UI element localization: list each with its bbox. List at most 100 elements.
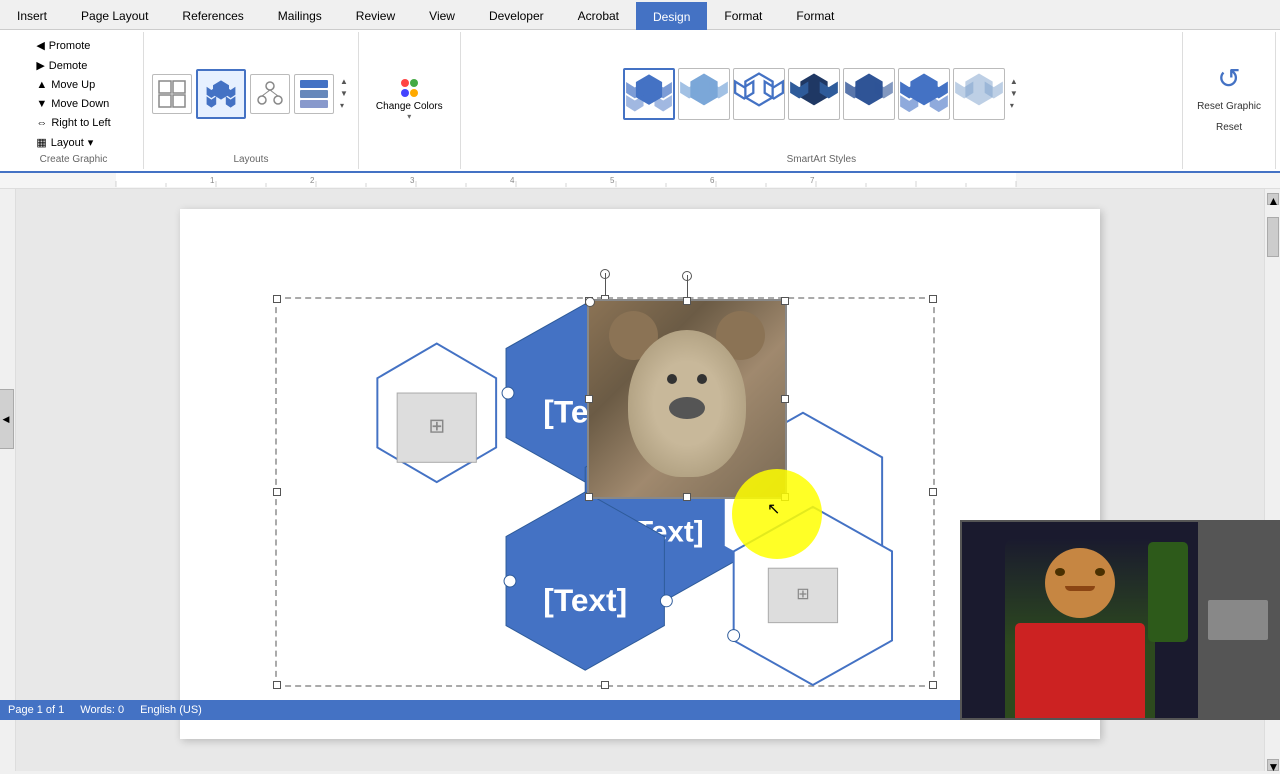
tab-format-2[interactable]: Format <box>779 1 851 29</box>
svg-text:1: 1 <box>210 176 215 185</box>
ruler: 1 2 3 4 5 6 7 <box>0 173 1280 189</box>
ribbon-group-smartart-styles: ▲ ▼ ▾ SmartArt Styles <box>461 32 1183 169</box>
rotate-line <box>605 273 606 295</box>
tab-design[interactable]: Design <box>636 2 707 30</box>
styles-scroll-down-icon[interactable]: ▼ <box>1010 88 1018 100</box>
img-handle-tr[interactable] <box>781 297 789 305</box>
word-count: Words: 0 <box>80 704 124 716</box>
reset-graphic-button[interactable]: Reset Graphic <box>1191 97 1267 116</box>
create-graphic-label: Create Graphic <box>40 152 108 165</box>
svg-text:4: 4 <box>510 176 515 185</box>
scrollbar-up-button[interactable]: ▲ <box>1267 193 1279 205</box>
img-handle-tm[interactable] <box>683 297 691 305</box>
ribbon-group-create-graphic: ◀ Promote ▶ Demote ▲ Move Up ▼ Move Down… <box>4 32 144 169</box>
tab-review[interactable]: Review <box>339 1 412 29</box>
page-info: Page 1 of 1 <box>8 704 64 716</box>
layout-thumb-1[interactable] <box>152 74 192 114</box>
smartart-style-5[interactable] <box>843 68 895 120</box>
smartart-style-4[interactable] <box>788 68 840 120</box>
move-up-arrow-icon: ▲ <box>36 79 47 91</box>
smartart-frame[interactable]: ⊞ [Text] [Text] [Text] <box>275 297 935 687</box>
move-down-arrow-icon: ▼ <box>36 98 47 110</box>
styles-scroll-buttons[interactable]: ▲ ▼ ▾ <box>1008 76 1020 112</box>
tab-acrobat[interactable]: Acrobat <box>561 1 636 29</box>
tab-mailings[interactable]: Mailings <box>261 1 339 29</box>
styles-expand-icon[interactable]: ▾ <box>1010 100 1018 112</box>
layout-button[interactable]: ▦ Layout ▾ <box>29 133 100 152</box>
svg-text:⊞: ⊞ <box>428 416 445 438</box>
reset-button[interactable]: Reset <box>1209 118 1249 137</box>
change-colors-button[interactable]: Change Colors ▾ <box>367 74 452 126</box>
svg-text:⊞: ⊞ <box>796 586 809 603</box>
layout-icon: ▦ <box>36 136 46 149</box>
svg-text:6: 6 <box>710 176 715 185</box>
layouts-scroll-buttons[interactable]: ▲ ▼ ▾ <box>338 76 350 112</box>
right-to-left-button[interactable]: ⇔ Right to Left <box>29 114 117 132</box>
tab-view[interactable]: View <box>412 1 472 29</box>
move-down-button[interactable]: ▼ Move Down <box>29 95 116 113</box>
panel-collapse-button[interactable]: ◀ <box>0 389 14 449</box>
tab-page-layout[interactable]: Page Layout <box>64 1 165 29</box>
promote-arrow-icon: ◀ <box>36 39 44 52</box>
smartart-style-6[interactable] <box>898 68 950 120</box>
tab-references[interactable]: References <box>165 1 260 29</box>
ribbon-group-layouts: ▲ ▼ ▾ Layouts <box>144 32 359 169</box>
smartart-style-1[interactable] <box>623 68 675 120</box>
svg-text:3: 3 <box>410 176 415 185</box>
layout-thumb-3[interactable] <box>250 74 290 114</box>
styles-scroll-up-icon[interactable]: ▲ <box>1010 76 1018 88</box>
smartart-style-3[interactable] <box>733 68 785 120</box>
tab-format-1[interactable]: Format <box>707 1 779 29</box>
status-bar: Page 1 of 1 Words: 0 English (US) <box>0 700 960 720</box>
person-silhouette <box>1005 538 1155 718</box>
language-status: English (US) <box>140 704 202 716</box>
background-plant <box>1148 542 1188 642</box>
promote-button[interactable]: ◀ Promote <box>29 36 97 55</box>
img-handle-bl[interactable] <box>585 493 593 501</box>
svg-text:2: 2 <box>310 176 315 185</box>
thumb-content <box>1198 522 1278 718</box>
color-dots-2 <box>401 89 418 97</box>
tab-bar: Insert Page Layout References Mailings R… <box>0 0 1280 30</box>
demote-button[interactable]: ▶ Demote <box>29 56 94 75</box>
ribbon-group-reset: ↺ Reset Graphic Reset <box>1183 32 1276 169</box>
tab-insert[interactable]: Insert <box>0 1 64 29</box>
layout-thumb-2[interactable] <box>196 69 246 119</box>
scroll-up-icon[interactable]: ▲ <box>340 76 348 88</box>
svg-text:[Text]: [Text] <box>543 582 627 618</box>
scrollbar-down-button[interactable]: ▼ <box>1267 759 1279 771</box>
koala-image <box>589 301 785 497</box>
webcam-thumbnail <box>1198 522 1278 718</box>
color-dots <box>401 79 418 87</box>
move-up-button[interactable]: ▲ Move Up <box>29 76 102 94</box>
svg-text:7: 7 <box>810 176 815 185</box>
scroll-down-icon[interactable]: ▼ <box>340 88 348 100</box>
img-handle-mr[interactable] <box>781 395 789 403</box>
layout-thumb-4[interactable] <box>294 74 334 114</box>
yellow-highlight-circle <box>732 469 822 559</box>
demote-arrow-icon: ▶ <box>36 59 44 72</box>
smartart-styles-label: SmartArt Styles <box>787 152 856 165</box>
image-selection-box[interactable] <box>587 299 787 499</box>
layouts-label: Layouts <box>233 152 268 165</box>
img-handle-bm[interactable] <box>683 493 691 501</box>
panel-collapse-icon: ◀ <box>3 414 10 425</box>
video-overlay <box>960 520 1280 720</box>
change-colors-dropdown-icon: ▾ <box>407 112 411 121</box>
svg-text:5: 5 <box>610 176 615 185</box>
thumb-image <box>1208 600 1268 640</box>
person-head <box>1045 548 1115 618</box>
img-rotate-line <box>687 275 688 297</box>
smartart-style-7[interactable] <box>953 68 1005 120</box>
img-circle-handle-tl[interactable] <box>585 297 595 307</box>
reset-graphic-icon: ↺ <box>1217 62 1240 95</box>
ribbon: ◀ Promote ▶ Demote ▲ Move Up ▼ Move Down… <box>0 30 1280 173</box>
img-handle-ml[interactable] <box>585 395 593 403</box>
scrollbar-thumb[interactable] <box>1267 217 1279 257</box>
tab-developer[interactable]: Developer <box>472 1 561 29</box>
smartart-style-2[interactable] <box>678 68 730 120</box>
layout-dropdown-icon: ▾ <box>88 136 94 149</box>
scroll-expand-icon[interactable]: ▾ <box>340 100 348 112</box>
ribbon-group-change-colors: Change Colors ▾ <box>359 32 461 169</box>
right-to-left-icon: ⇔ <box>36 117 47 129</box>
